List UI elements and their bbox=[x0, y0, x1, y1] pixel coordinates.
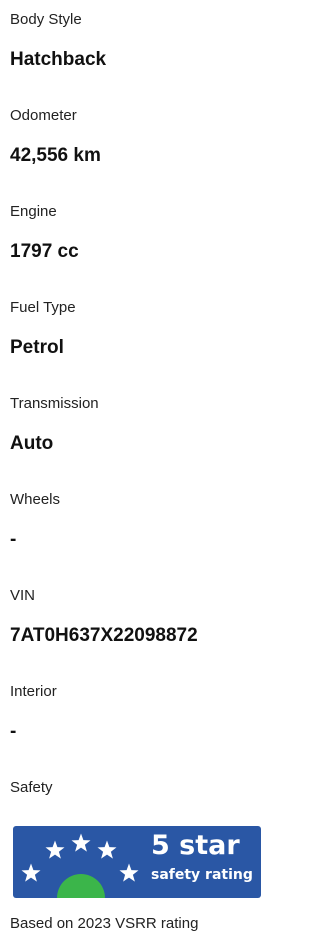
spec-interior: Interior - bbox=[10, 672, 320, 768]
dome-icon bbox=[57, 874, 105, 898]
vehicle-specs-list: Body Style Hatchback Odometer 42,556 km … bbox=[10, 0, 320, 768]
star-icon bbox=[45, 840, 65, 859]
spec-value: - bbox=[10, 721, 17, 742]
spec-label: Safety bbox=[10, 779, 53, 796]
spec-value: 42,556 km bbox=[10, 145, 101, 166]
spec-value: - bbox=[10, 529, 17, 550]
star-icon bbox=[21, 863, 41, 882]
spec-label: Odometer bbox=[10, 107, 77, 124]
star-icon bbox=[97, 840, 117, 859]
spec-value: Auto bbox=[10, 433, 54, 454]
spec-label: Engine bbox=[10, 203, 57, 220]
badge-subtext: safety rating bbox=[151, 867, 253, 883]
spec-label: Interior bbox=[10, 683, 57, 700]
spec-label: VIN bbox=[10, 587, 36, 604]
spec-fuel-type: Fuel Type Petrol bbox=[10, 288, 320, 384]
star-icon bbox=[119, 863, 139, 882]
spec-transmission: Transmission Auto bbox=[10, 384, 320, 480]
badge-rating-text: 5 star bbox=[151, 830, 240, 861]
spec-safety: Safety 5 star safety rating Based on 202… bbox=[10, 768, 320, 945]
safety-rating-badge: 5 star safety rating bbox=[13, 826, 261, 898]
spec-body-style: Body Style Hatchback bbox=[10, 0, 320, 96]
spec-value: Hatchback bbox=[10, 49, 107, 70]
spec-value: 1797 cc bbox=[10, 241, 79, 262]
spec-value: Petrol bbox=[10, 337, 64, 358]
safety-rating-note: Based on 2023 VSRR rating bbox=[10, 915, 199, 932]
star-icon bbox=[71, 833, 91, 852]
spec-vin: VIN 7AT0H637X22098872 bbox=[10, 576, 320, 672]
spec-odometer: Odometer 42,556 km bbox=[10, 96, 320, 192]
spec-value: 7AT0H637X22098872 bbox=[10, 625, 198, 646]
spec-engine: Engine 1797 cc bbox=[10, 192, 320, 288]
spec-label: Transmission bbox=[10, 395, 99, 412]
spec-label: Wheels bbox=[10, 491, 61, 508]
spec-label: Fuel Type bbox=[10, 299, 76, 316]
spec-wheels: Wheels - bbox=[10, 480, 320, 576]
spec-label: Body Style bbox=[10, 11, 82, 28]
